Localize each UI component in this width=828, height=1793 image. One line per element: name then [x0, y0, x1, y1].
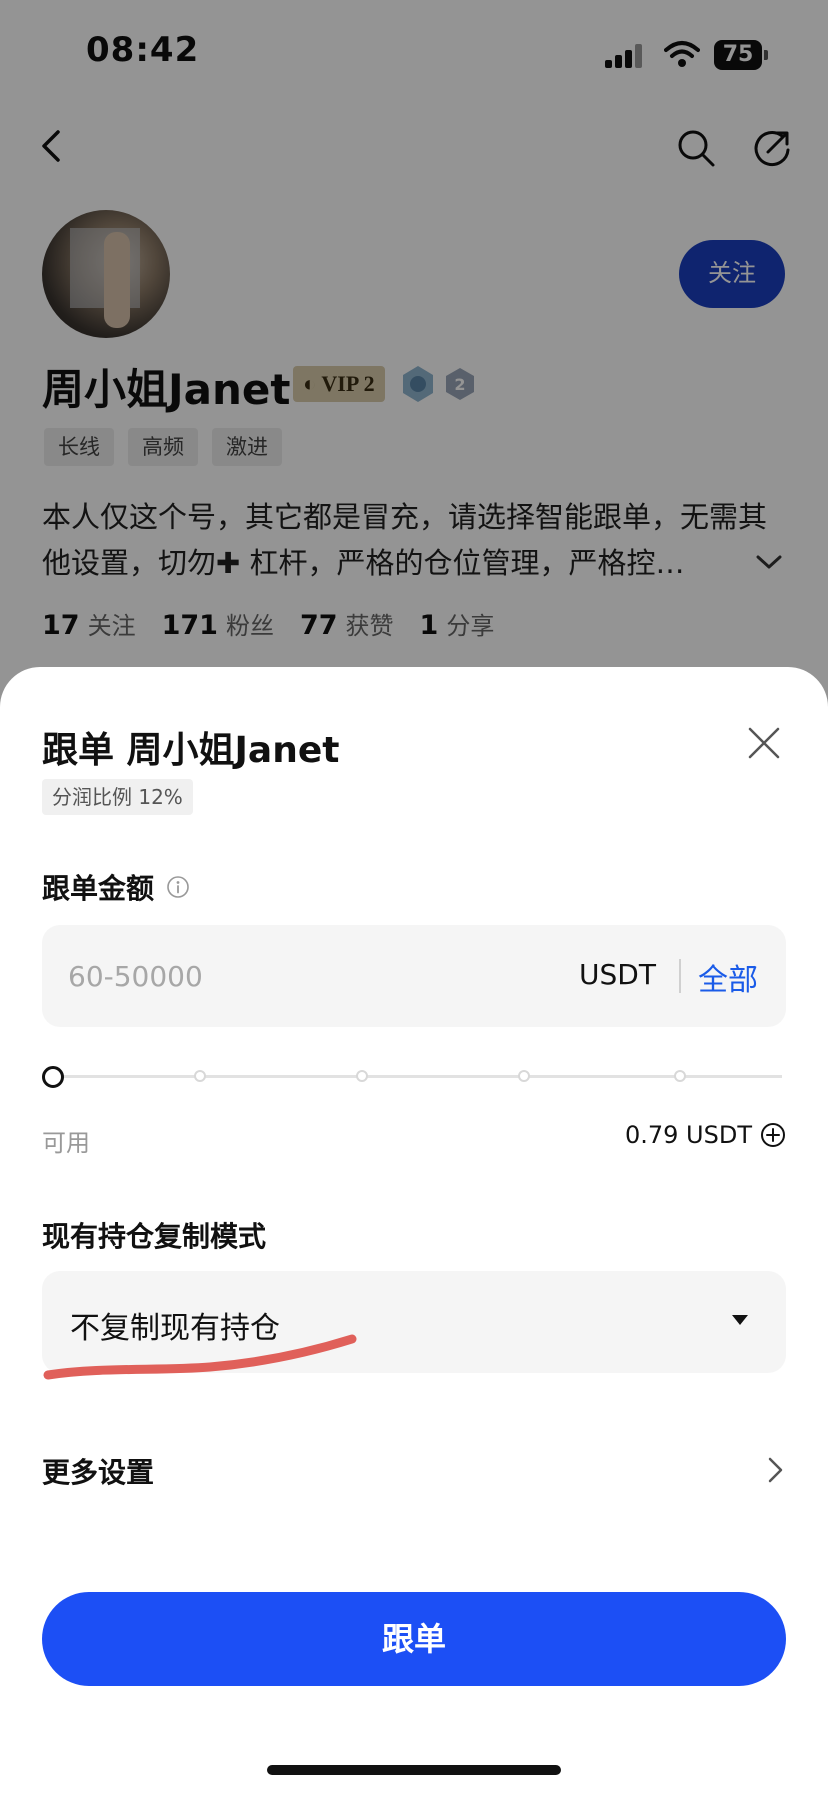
copy-trade-button[interactable]: 跟单 — [42, 1592, 786, 1686]
slider-tick[interactable] — [518, 1070, 530, 1082]
amount-slider[interactable] — [42, 1057, 786, 1097]
home-indicator — [267, 1765, 561, 1775]
handwritten-underline — [43, 1334, 357, 1380]
slider-tick[interactable] — [674, 1070, 686, 1082]
more-settings-row[interactable]: 更多设置 — [42, 1445, 786, 1495]
dropdown-caret-icon — [732, 1315, 748, 1325]
slider-thumb[interactable] — [42, 1066, 64, 1088]
app-screen: 08:42 75 关注 周小姐Janet ◐ VIP 2 2 长线 高频 激进 … — [0, 0, 828, 1793]
divider — [679, 959, 681, 993]
copy-trade-sheet: 跟单 周小姐Janet 分润比例 12% 跟单金额 USDT 全部 — [0, 667, 828, 1793]
slider-track — [52, 1075, 782, 1078]
amount-label-row: 跟单金额 — [42, 867, 190, 907]
info-icon[interactable] — [166, 875, 190, 899]
amount-field: USDT 全部 — [42, 925, 786, 1027]
max-amount-button[interactable]: 全部 — [698, 955, 758, 999]
more-settings-label: 更多设置 — [42, 1456, 155, 1489]
close-icon[interactable] — [744, 723, 784, 763]
available-label: 可用 — [42, 1129, 90, 1157]
sheet-title: 跟单 周小姐Janet — [42, 730, 340, 771]
available-balance: 0.79 USDT — [625, 1121, 786, 1149]
available-value: 0.79 USDT — [624, 1121, 752, 1149]
amount-input[interactable] — [68, 925, 538, 1027]
copy-mode-label: 现有持仓复制模式 — [42, 1220, 267, 1253]
profit-share-badge: 分润比例 12% — [42, 779, 193, 815]
currency-unit: USDT — [579, 958, 656, 991]
slider-tick[interactable] — [194, 1070, 206, 1082]
add-funds-icon[interactable] — [760, 1122, 786, 1148]
slider-tick[interactable] — [356, 1070, 368, 1082]
amount-label: 跟单金额 — [42, 872, 155, 905]
chevron-right-icon — [768, 1457, 783, 1483]
